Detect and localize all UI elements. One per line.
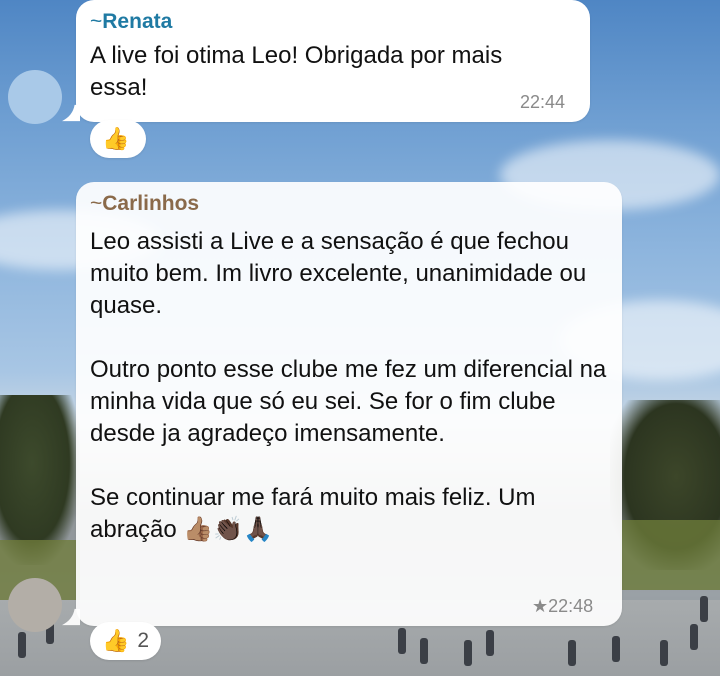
person (690, 624, 698, 650)
avatar-renata[interactable] (8, 70, 62, 124)
sender-name-text: Carlinhos (102, 192, 200, 215)
message-text: Leo assisti a Live e a sensação é que fe… (90, 226, 610, 546)
sender-name-text: Renata (102, 10, 173, 33)
bubble-tail (62, 608, 80, 626)
person (398, 628, 406, 654)
person (464, 640, 472, 666)
message-paragraph: Se continuar me fará muito mais feliz. U… (90, 484, 536, 543)
reaction-count: 2 (137, 629, 150, 652)
sender-name[interactable]: ~Carlinhos (90, 192, 199, 216)
person (18, 632, 26, 658)
thumbs-up-icon: 👍 (102, 628, 130, 653)
message-time: 22:44 (520, 92, 566, 112)
sender-name[interactable]: ~Renata (90, 10, 172, 34)
message-bubble-renata[interactable]: ~Renata A live foi otima Leo! Obrigada p… (76, 0, 590, 122)
person (660, 640, 668, 666)
avatar-carlinhos[interactable] (8, 578, 62, 632)
grass (620, 520, 720, 590)
person (568, 640, 576, 666)
reaction-pill[interactable]: 👍 (90, 120, 146, 158)
person (700, 596, 708, 622)
message-time: 22:48 (548, 596, 594, 616)
message-paragraph: Outro ponto esse clube me fez um diferen… (90, 356, 607, 447)
bubble-tail (62, 104, 80, 122)
person (486, 630, 494, 656)
person (612, 636, 620, 662)
message-text: A live foi otima Leo! Obrigada por mais … (90, 42, 503, 101)
message-time-row: ★22:48 (532, 596, 593, 617)
thumbs-up-icon: 👍 (102, 126, 130, 151)
message-bubble-carlinhos[interactable]: ~Carlinhos Leo assisti a Live e a sensaç… (76, 182, 622, 626)
message-paragraph: Leo assisti a Live e a sensação é que fe… (90, 228, 587, 319)
star-icon: ★ (532, 596, 549, 616)
reaction-pill[interactable]: 👍 2 (90, 622, 162, 660)
person (420, 638, 428, 664)
